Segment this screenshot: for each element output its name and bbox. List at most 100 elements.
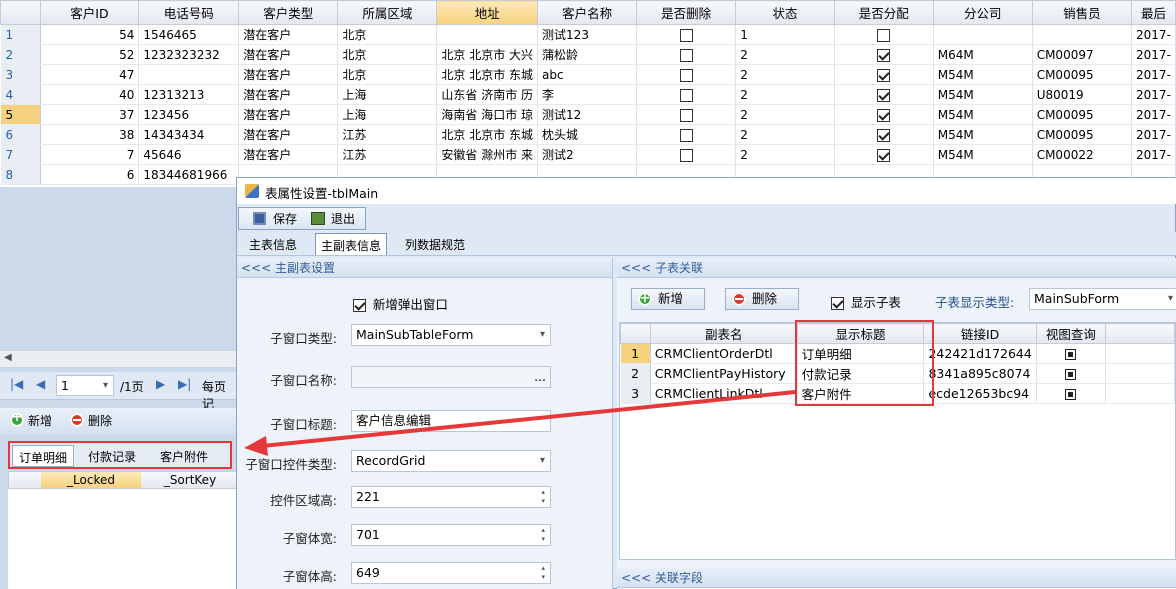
tab-main-info[interactable]: 主表信息: [249, 236, 297, 253]
row-number[interactable]: 6: [0, 124, 41, 145]
table-row[interactable]: 5 37 123456 潜在客户 上海 海南省 海口市 琼测试12 2 M54M CM00095…: [0, 104, 1176, 125]
checkbox-icon[interactable]: [679, 128, 693, 142]
field-input[interactable]: 客户信息编辑: [351, 410, 551, 432]
checkbox-icon[interactable]: [679, 88, 693, 102]
table-cell[interactable]: 2: [735, 44, 835, 65]
detail-col-locked[interactable]: _Locked: [41, 472, 141, 488]
row-number[interactable]: 1: [0, 24, 41, 45]
table-cell[interactable]: abc: [537, 64, 638, 85]
sub-grid-corner[interactable]: [620, 323, 651, 344]
view-query-check-icon[interactable]: [1065, 369, 1077, 380]
sub-column-header[interactable]: 副表名: [649, 323, 798, 344]
table-cell[interactable]: M64M: [933, 44, 1033, 65]
tab-main-sub-info[interactable]: 主副表信息: [315, 233, 388, 255]
checkbox-cell[interactable]: [636, 124, 737, 145]
table-cell[interactable]: CM00097: [1032, 44, 1133, 65]
checkbox-icon[interactable]: [877, 108, 891, 122]
table-cell[interactable]: 1232323232: [138, 44, 240, 65]
checkbox-cell[interactable]: [636, 104, 737, 125]
table-cell[interactable]: 2: [735, 124, 835, 145]
table-cell[interactable]: CM00095: [1032, 64, 1133, 85]
sub-table-cell[interactable]: CRMClientPayHistory: [650, 363, 798, 384]
checkbox-icon[interactable]: [877, 128, 891, 142]
view-query-check-icon[interactable]: [1065, 349, 1077, 360]
tab-payment-record[interactable]: 付款记录: [88, 448, 136, 465]
view-query-check-icon[interactable]: [1065, 389, 1077, 400]
sub-table-cell[interactable]: ecde12653bc94: [923, 383, 1037, 404]
table-cell[interactable]: 2017-: [1131, 144, 1176, 165]
table-cell[interactable]: 1546465: [138, 24, 240, 45]
sub-table-link-header[interactable]: <<< 子表关联: [617, 258, 1176, 278]
sub-row-number[interactable]: 3: [620, 383, 651, 404]
checkbox-cell[interactable]: [636, 64, 737, 85]
column-header[interactable]: 客户类型: [238, 0, 339, 25]
table-cell[interactable]: CM00022: [1032, 144, 1133, 165]
table-row[interactable]: 6 38 14343434 潜在客户 江苏 北京 北京市 东城 枕头城 2 M54M CM0009…: [0, 124, 1176, 145]
table-cell[interactable]: 上海: [337, 104, 438, 125]
table-cell[interactable]: M54M: [933, 64, 1033, 85]
column-header[interactable]: 所属区域: [337, 0, 438, 25]
first-page-icon[interactable]: |◀: [10, 377, 23, 391]
view-query-cell[interactable]: [1036, 383, 1106, 404]
table-cell[interactable]: 2017-: [1131, 124, 1176, 145]
table-cell[interactable]: 2017-: [1131, 24, 1176, 45]
grid-corner[interactable]: [0, 0, 41, 25]
link-field-header[interactable]: <<< 关联字段: [617, 568, 1176, 588]
table-cell[interactable]: [1032, 24, 1133, 45]
row-number[interactable]: 3: [0, 64, 41, 85]
table-cell[interactable]: 37: [40, 104, 140, 125]
table-cell[interactable]: 2017-: [1131, 64, 1176, 85]
table-cell[interactable]: 6: [40, 164, 140, 185]
row-number[interactable]: 2: [0, 44, 41, 65]
sub-column-header[interactable]: 链接ID: [923, 323, 1037, 344]
table-cell[interactable]: 2017-: [1131, 84, 1176, 105]
table-cell[interactable]: 北京: [337, 64, 438, 85]
field-input[interactable]: RecordGrid: [351, 450, 551, 472]
column-header[interactable]: 客户ID: [39, 0, 140, 25]
table-cell[interactable]: [138, 64, 240, 85]
table-cell[interactable]: 枕头城: [537, 124, 638, 145]
table-cell[interactable]: 测试123: [537, 24, 638, 45]
table-cell[interactable]: 40: [40, 84, 140, 105]
column-header[interactable]: 状态: [735, 0, 835, 25]
table-cell[interactable]: 潜在客户: [238, 24, 339, 45]
scroll-left-icon[interactable]: ◀: [4, 352, 12, 363]
table-row[interactable]: 7 7 45646 潜在客户 江苏 安徽省 滁州市 来测试2 2 M54M CM00022 201…: [0, 144, 1176, 165]
table-cell[interactable]: 2017-: [1131, 104, 1176, 125]
table-cell[interactable]: 测试12: [537, 104, 638, 125]
table-cell[interactable]: 北京: [337, 24, 438, 45]
table-row[interactable]: 3 47 潜在客户 北京 北京 北京市 东城 abc 2 M54M CM00095 2017-: [0, 64, 1176, 85]
table-cell[interactable]: 18344681966: [138, 164, 240, 185]
checkbox-icon[interactable]: [679, 48, 693, 62]
checkbox-icon[interactable]: [877, 68, 891, 82]
horizontal-scrollbar[interactable]: ◀: [0, 350, 237, 368]
checkbox-icon[interactable]: [877, 88, 891, 102]
sub-table-cell[interactable]: 242421d172644: [923, 343, 1037, 364]
exit-button[interactable]: 退出: [309, 210, 355, 227]
field-input[interactable]: MainSubTableForm: [351, 324, 551, 346]
sub-table-cell[interactable]: CRMClientLinkDtl: [650, 383, 798, 404]
detail-col-sortkey[interactable]: _SortKey: [143, 472, 237, 488]
field-input[interactable]: ...: [351, 366, 551, 388]
checkbox-cell[interactable]: [636, 24, 737, 45]
column-header[interactable]: 销售员: [1031, 0, 1133, 25]
sub-row-number[interactable]: 2: [620, 363, 651, 384]
table-cell[interactable]: 潜在客户: [238, 104, 339, 125]
table-cell[interactable]: U80019: [1032, 84, 1133, 105]
table-cell[interactable]: 52: [40, 44, 140, 65]
next-page-icon[interactable]: ▶: [156, 377, 165, 391]
table-cell[interactable]: 54: [40, 24, 140, 45]
column-header[interactable]: 客户名称: [537, 0, 638, 25]
table-cell[interactable]: [933, 24, 1033, 45]
table-cell[interactable]: 2: [735, 104, 835, 125]
field-input[interactable]: 221: [351, 486, 551, 508]
table-cell[interactable]: 14343434: [138, 124, 240, 145]
sub-table-cell[interactable]: CRMClientOrderDtl: [650, 343, 798, 364]
sub-row-number[interactable]: 1: [620, 343, 651, 364]
detail-add-button[interactable]: 新增: [8, 410, 52, 429]
checkbox-cell[interactable]: [834, 104, 934, 125]
prev-page-icon[interactable]: ◀: [36, 377, 45, 391]
column-header[interactable]: 分公司: [932, 0, 1033, 25]
field-input[interactable]: 649: [351, 562, 551, 584]
table-cell[interactable]: 38: [40, 124, 140, 145]
